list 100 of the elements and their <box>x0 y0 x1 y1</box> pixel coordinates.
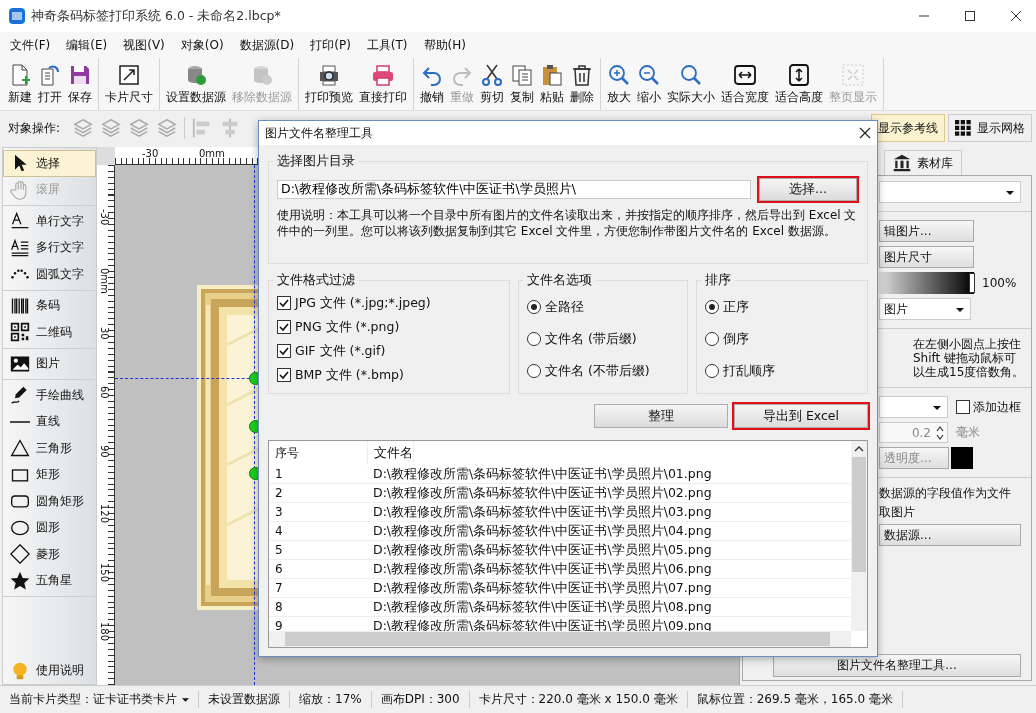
column-header[interactable]: 文件名 <box>368 441 414 465</box>
toolbar-button[interactable]: 适合高度 <box>772 58 826 110</box>
radio-option[interactable]: 文件名 (带后缀) <box>527 323 679 355</box>
menu-item[interactable]: 数据源(D) <box>231 36 303 54</box>
color-swatch[interactable] <box>951 447 973 469</box>
status-text: 卡片尺寸：220.0 毫米 x 150.0 毫米 <box>469 691 688 708</box>
close-icon[interactable] <box>859 127 871 139</box>
menu-item[interactable]: 编辑(E) <box>58 36 116 54</box>
horizontal-scrollbar[interactable] <box>269 631 851 647</box>
toolbar-button[interactable]: 撤销 <box>417 58 447 110</box>
scroll-up-icon[interactable] <box>854 446 864 452</box>
fill-dropdown[interactable]: 图片 <box>879 298 971 320</box>
vertical-scrollbar[interactable] <box>851 441 867 631</box>
toolbar-button[interactable]: 实际大小 <box>664 58 718 110</box>
caret-icon <box>933 406 941 410</box>
status-text: 鼠标位置：269.5 毫米，165.0 毫米 <box>687 691 903 708</box>
tool-button[interactable]: 条码 <box>3 292 96 319</box>
menu-item[interactable]: 对象(O) <box>172 36 232 54</box>
layers-icon[interactable] <box>128 117 151 139</box>
action-button[interactable]: 整理 <box>594 404 728 428</box>
copy-icon <box>510 62 534 87</box>
toggle-button[interactable]: 显示参考线 <box>871 114 945 142</box>
tool-button[interactable]: 选择 <box>3 150 96 177</box>
toolbar-button[interactable]: 新建 <box>5 58 35 110</box>
tool-button[interactable]: 矩形 <box>3 461 96 488</box>
slider-thumb[interactable] <box>969 273 975 293</box>
tool-button[interactable]: 单行文字 <box>3 208 96 235</box>
tool-button[interactable]: 手绘曲线 <box>3 382 96 409</box>
card-type-dropdown[interactable]: 当前卡片类型：证卡证书类卡片 <box>0 691 199 708</box>
dropdown[interactable] <box>879 181 1021 203</box>
toolbar-button[interactable]: 粘贴 <box>537 58 567 110</box>
toolbar-button[interactable]: 设置数据源 <box>163 58 229 110</box>
toolbar-button[interactable]: 打印预览 <box>302 58 356 110</box>
menu-item[interactable]: 打印(P) <box>302 36 359 54</box>
action-button[interactable]: 导出到 Excel <box>734 404 868 428</box>
app-logo-icon <box>9 8 25 24</box>
maximize-icon[interactable] <box>964 10 976 22</box>
table-cell-text: 9 <box>274 619 284 633</box>
border-checkbox[interactable]: 添加边框 <box>956 398 1021 416</box>
radio-option[interactable]: 打乱顺序 <box>705 355 859 387</box>
ruler-label: 30 <box>99 327 110 340</box>
opacity-slider[interactable] <box>879 272 974 294</box>
tool-button[interactable]: 图片 <box>3 350 96 377</box>
status-text: 画布DPI：300 <box>371 691 470 708</box>
layers-icon[interactable] <box>100 117 123 139</box>
toolbar-button[interactable]: 复制 <box>507 58 537 110</box>
toolbar-button[interactable]: 缩小 <box>634 58 664 110</box>
radio-option[interactable]: 正序 <box>705 291 859 323</box>
browse-button[interactable]: 选择... <box>759 178 857 201</box>
grid-icon <box>955 120 971 136</box>
tool-button[interactable]: 直线 <box>3 408 96 435</box>
toolbar-button[interactable]: 卡片尺寸 <box>102 58 156 110</box>
tool-button[interactable]: 多行文字 <box>3 234 96 261</box>
toolbar-button[interactable]: 直接打印 <box>356 58 410 110</box>
clipboard-icon <box>540 62 564 87</box>
tool-button[interactable]: 圆角矩形 <box>3 488 96 515</box>
tool-button[interactable]: 圆形 <box>3 514 96 541</box>
format-checkbox[interactable]: PNG 文件 (*.png) <box>277 315 501 339</box>
spinner-arrows-icon[interactable] <box>936 426 944 440</box>
table-cell-text: D:\教程修改所需\条码标签软件\中医证书\学员照片\01.png <box>372 465 712 483</box>
menu-item[interactable]: 视图(V) <box>115 36 173 54</box>
folder-path-field[interactable]: D:\教程修改所需\条码标签软件\中医证书\学员照片\ <box>277 180 751 199</box>
format-checkbox[interactable]: GIF 文件 (*.gif) <box>277 339 501 363</box>
toolbar-button[interactable]: 适合宽度 <box>718 58 772 110</box>
column-header[interactable]: 序号 <box>269 441 368 465</box>
toggle-button[interactable]: 显示网格 <box>948 114 1032 142</box>
tool-button[interactable]: 二维码 <box>3 319 96 346</box>
tool-button[interactable]: 圆弧文字 <box>3 261 96 288</box>
datasource-button[interactable]: 数据源... <box>879 524 1021 546</box>
close-icon[interactable] <box>1010 10 1022 22</box>
tool-button[interactable]: 五角星 <box>3 567 96 594</box>
dialog-title: 图片文件名整理工具 <box>265 124 373 142</box>
caret-icon <box>182 697 189 702</box>
format-checkbox[interactable]: JPG 文件 (*.jpg;*.jpeg) <box>277 291 501 315</box>
toolbar-button[interactable]: 放大 <box>604 58 634 110</box>
radio-option[interactable]: 全路径 <box>527 291 679 323</box>
rename-tool-button[interactable]: 图片文件名整理工具... <box>773 654 1021 677</box>
menu-item[interactable]: 文件(F) <box>2 36 59 54</box>
layers-icon[interactable] <box>156 117 179 139</box>
image-size-button[interactable]: 图片尺寸 <box>879 246 974 268</box>
ruler-label: 60 <box>99 386 110 399</box>
check-icon <box>279 370 289 380</box>
help-button[interactable]: 使用说明 <box>3 657 96 684</box>
toolbar-button[interactable]: 剪切 <box>477 58 507 110</box>
format-checkbox[interactable]: BMP 文件 (*.bmp) <box>277 363 501 387</box>
toolbar-button[interactable]: 打开 <box>35 58 65 110</box>
menu-item[interactable]: 工具(T) <box>358 36 416 54</box>
layers-icon[interactable] <box>72 117 95 139</box>
radio-option[interactable]: 倒序 <box>705 323 859 355</box>
edit-image-button[interactable]: 辑图片... <box>879 220 974 242</box>
tab[interactable]: 素材库 <box>884 150 962 175</box>
tool-button[interactable]: 三角形 <box>3 435 96 462</box>
toolbar-button[interactable]: 保存 <box>65 58 95 110</box>
caret-icon <box>1006 191 1014 195</box>
tool-button[interactable]: 菱形 <box>3 541 96 568</box>
toolbar-button[interactable]: 删除 <box>567 58 597 110</box>
menu-item[interactable]: 帮助(H) <box>415 36 474 54</box>
radio-option[interactable]: 文件名 (不带后缀) <box>527 355 679 387</box>
border-style-dropdown[interactable] <box>879 396 948 418</box>
table-cell-text: 6 <box>274 562 284 576</box>
